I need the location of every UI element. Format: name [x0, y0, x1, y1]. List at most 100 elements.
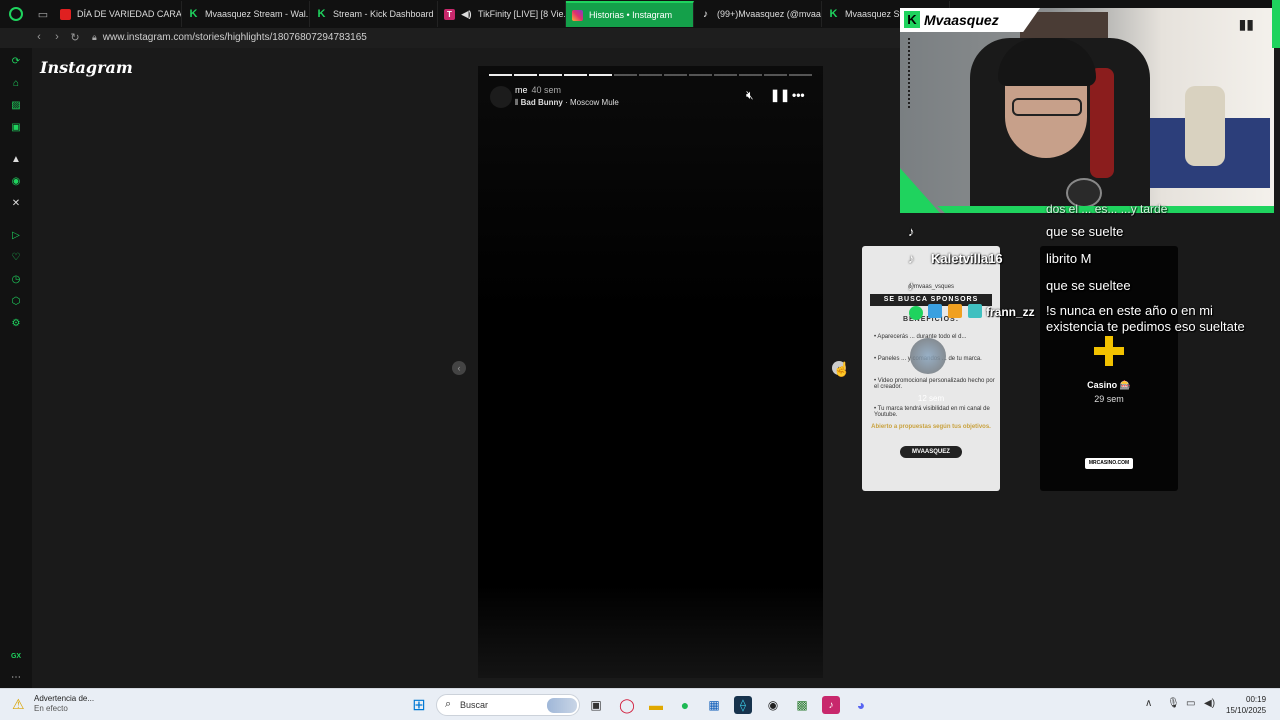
music-song: Moscow Mule — [569, 98, 619, 107]
card-brand: MVAASQUEZ — [900, 446, 962, 458]
card-time: 12 sem — [917, 394, 945, 403]
player-icon[interactable]: ▷ — [9, 228, 23, 242]
tab-youtube[interactable]: DÍA DE VARIEDAD CARAJ... — [54, 1, 182, 27]
start-icon[interactable]: ⊞ — [410, 696, 428, 714]
x-twitter-icon[interactable]: ✕ — [9, 196, 23, 210]
card-line: • Video promocional personalizado hecho … — [874, 378, 995, 390]
forward-icon[interactable]: › — [48, 31, 66, 43]
kick-icon: K — [189, 8, 198, 20]
obs-icon[interactable]: ◉ — [764, 696, 782, 714]
card-avatar — [910, 338, 946, 374]
music-artist: Bad Bunny — [520, 98, 563, 107]
previous-story-button[interactable]: ‹ — [452, 361, 466, 375]
warning-icon[interactable]: ⚠ — [12, 696, 30, 712]
webcam-overlay: K Mvaasquez ▮▮ — [900, 8, 1274, 213]
card-handle: @mvaas_vsques — [907, 284, 955, 290]
history-icon[interactable]: ◷ — [9, 272, 23, 286]
file-explorer-icon[interactable]: ▬ — [647, 696, 665, 714]
capcut-icon[interactable]: ⟠ — [734, 696, 752, 714]
story-viewer[interactable]: me 40 sem ⫴ Bad Bunny · Moscow Mule 🔇︎ ❚❚… — [478, 66, 823, 678]
workspaces-icon[interactable]: ▭ — [32, 0, 54, 28]
story-time: 40 sem — [531, 85, 562, 95]
casino-logo-icon — [1094, 336, 1124, 366]
pause-icon[interactable]: ❚❚ — [770, 88, 790, 102]
progress-segment — [614, 74, 637, 76]
card-benefits: BENEFICIOS: — [902, 316, 960, 323]
highlight-card-casino[interactable]: Casino 🎰 29 sem MRCASINO.COM — [1040, 246, 1178, 491]
xbox-icon[interactable]: ▩ — [793, 696, 811, 714]
network-icon[interactable]: ▭ — [1186, 698, 1195, 709]
progress-segment — [714, 74, 737, 76]
highlight-card-sponsor[interactable]: @mvaas_vsques SE BUSCA SPONSORS BENEFICI… — [862, 246, 1000, 491]
spotify-icon[interactable]: ● — [676, 696, 694, 714]
back-icon[interactable]: ‹ — [30, 31, 48, 43]
card-name: Casino 🎰 — [1087, 380, 1131, 390]
instagram-icon — [572, 9, 583, 21]
streamer-name: Mvaasquez — [924, 12, 999, 28]
more-icon[interactable]: ⋯ — [9, 670, 23, 684]
windows-taskbar: ⚠ Advertencia de... En efecto ⊞ ⌕ Buscar… — [0, 688, 1280, 720]
tab-tikfinity[interactable]: T ◀) TikFinity [LIVE] [8 Vie... — [438, 1, 566, 27]
volume-icon[interactable]: ◀) — [1204, 698, 1215, 709]
stream-border — [1272, 0, 1280, 48]
weather-widget[interactable]: Advertencia de... En efecto — [34, 694, 94, 714]
story-header: me 40 sem — [515, 85, 561, 95]
youtube-icon — [60, 8, 71, 20]
discord-icon[interactable]: ◕ — [852, 696, 870, 714]
microphone-icon[interactable]: 🎙︎ — [1167, 698, 1180, 709]
screen: ▭ DÍA DE VARIEDAD CARAJ... KMvaasquez St… — [0, 0, 1280, 720]
clock[interactable]: 00:19 15/10/2025 — [1226, 694, 1266, 716]
card-time: 29 sem — [1094, 394, 1124, 404]
tab-tiktok[interactable]: ♪ (99+)Mvaasquez (@mvaas... — [694, 1, 822, 27]
story-progress — [489, 74, 812, 76]
url-field[interactable]: www.instagram.com/stories/highlights/180… — [103, 32, 367, 43]
opera-gx-icon[interactable]: ◯ — [618, 696, 636, 714]
story-music[interactable]: ⫴ Bad Bunny · Moscow Mule — [515, 98, 619, 108]
heart-icon[interactable]: ♡ — [9, 250, 23, 264]
streamer-name-bar: K Mvaasquez — [900, 8, 1040, 32]
card-badge: MRCASINO.COM — [1085, 458, 1133, 469]
sound-icon: ◀) — [461, 8, 472, 19]
aria-icon[interactable]: ▲ — [9, 152, 23, 166]
whatsapp-icon[interactable]: ◉ — [9, 174, 23, 188]
tab-instagram[interactable]: Historias • Instagram — [566, 1, 694, 27]
more-options-icon[interactable]: ••• — [792, 88, 805, 102]
opera-gx-logo-icon[interactable] — [0, 0, 32, 28]
reload-icon[interactable]: ↻ — [66, 31, 84, 44]
gx-cleaner-icon[interactable]: ▨ — [9, 98, 23, 112]
stream-logo-icon: ▮▮ — [1238, 16, 1254, 32]
progress-segment — [689, 74, 712, 76]
kick-icon: K — [829, 8, 838, 20]
progress-segment — [789, 74, 812, 76]
card-headline: SE BUSCA SPONSORS — [870, 294, 992, 306]
progress-segment — [564, 74, 587, 76]
mute-icon[interactable]: 🔇︎ — [746, 88, 754, 103]
extensions-icon[interactable]: ⬡ — [9, 294, 23, 308]
tab-kick-dashboard[interactable]: K Stream - Kick Dashboard — [310, 1, 438, 27]
lock-icon[interactable]: 🔒︎ — [92, 32, 97, 43]
search-icon: ⌕ — [445, 698, 452, 710]
progress-segment — [764, 74, 787, 76]
microphone-icon — [1066, 178, 1102, 208]
gx-control-icon[interactable]: ⟳ — [9, 54, 23, 68]
progress-segment — [589, 74, 612, 76]
progress-segment — [539, 74, 562, 76]
tiktok-studio-icon[interactable]: ♪ — [822, 696, 840, 714]
search-input[interactable]: ⌕ Buscar — [436, 694, 580, 716]
story-username[interactable]: me — [515, 85, 528, 95]
instagram-logo[interactable]: Instagram — [40, 58, 133, 77]
twitch-icon[interactable]: ▣ — [9, 120, 23, 134]
address-bar: ‹ › ↻ 🔒︎ www.instagram.com/stories/highl… — [30, 28, 900, 46]
gx-corner-icon[interactable]: ⌂ — [9, 76, 23, 90]
store-icon[interactable]: ▦ — [705, 696, 723, 714]
music-bars-icon: ⫴ — [515, 98, 519, 107]
mouse-cursor-icon: ☝ — [833, 361, 851, 377]
gx-label[interactable]: GX — [9, 649, 23, 663]
settings-icon[interactable]: ⚙ — [9, 316, 23, 330]
avatar[interactable] — [490, 86, 512, 108]
task-view-icon[interactable]: ▣ — [587, 696, 605, 714]
chevron-up-icon[interactable]: ∧ — [1145, 698, 1152, 709]
tab-kick-stream[interactable]: K Mvaasquez Stream - Wal... — [182, 1, 310, 27]
progress-segment — [639, 74, 662, 76]
browser-sidebar: ⟳ ⌂ ▨ ▣ ▲ ◉ ✕ ▷ ♡ ◷ ⬡ ⚙ GX ⋯ — [0, 48, 32, 688]
